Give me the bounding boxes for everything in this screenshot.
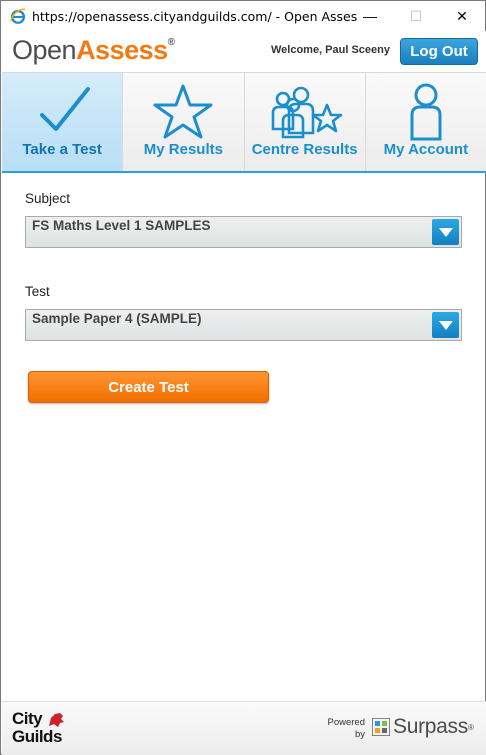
welcome-text: Welcome, Paul Sceeny: [270, 44, 390, 56]
checkmark-icon: [40, 87, 91, 131]
window-title: https://openassess.cityandguilds.com/ - …: [32, 8, 357, 24]
maximize-button[interactable]: ☐: [393, 1, 439, 31]
group-stars-icon: [271, 86, 342, 139]
title-bar: https://openassess.cityandguilds.com/ - …: [1, 1, 485, 31]
star-icon: [153, 84, 213, 139]
openassess-logo: OpenAssess®: [12, 35, 175, 66]
tab-label: Take a Test: [22, 141, 102, 158]
tab-my-results[interactable]: My Results: [123, 73, 245, 171]
create-test-button[interactable]: Create Test: [28, 371, 269, 403]
surpass-logo: Surpass ®: [372, 715, 474, 739]
tab-centre-results[interactable]: Centre Results: [244, 73, 366, 171]
chevron-down-icon[interactable]: [432, 219, 459, 245]
test-select[interactable]: Sample Paper 4 (SAMPLE): [25, 309, 462, 341]
powered-line1: Powered: [327, 717, 366, 728]
subject-label: Subject: [25, 191, 71, 206]
city-and-guilds-logo: City Guilds: [12, 710, 72, 750]
logo-registered-mark: ®: [167, 37, 175, 48]
tab-label: My Results: [143, 141, 223, 158]
logo-assess-text: Assess: [76, 35, 168, 65]
logout-button[interactable]: Log Out: [400, 38, 478, 65]
cg-logo-line1: City: [12, 709, 43, 728]
powered-by-text: Powered by: [321, 717, 366, 741]
tab-label: My Account: [383, 141, 469, 158]
main-nav: Take a Test My Results Centre Results My…: [2, 73, 486, 173]
person-icon: [410, 83, 442, 141]
footer: City Guilds Powered by Surpass ®: [2, 701, 486, 755]
create-test-form: Subject FS Maths Level 1 SAMPLES Test Sa…: [25, 191, 465, 403]
surpass-mark-icon: [372, 718, 390, 736]
surpass-text: Surpass: [393, 715, 468, 738]
app-header: OpenAssess® Welcome, Paul Sceeny Log Out: [2, 31, 486, 73]
powered-line2: by: [354, 729, 365, 740]
cg-logo-line2: Guilds: [12, 727, 62, 746]
close-button[interactable]: ✕: [439, 1, 485, 31]
tab-take-a-test[interactable]: Take a Test: [2, 73, 124, 171]
test-select-value: Sample Paper 4 (SAMPLE): [32, 311, 202, 326]
minimize-button[interactable]: —: [347, 1, 393, 31]
subject-select[interactable]: FS Maths Level 1 SAMPLES: [25, 216, 462, 248]
chevron-down-icon[interactable]: [432, 312, 459, 338]
subject-select-value: FS Maths Level 1 SAMPLES: [32, 218, 211, 233]
test-label: Test: [25, 284, 50, 299]
tab-label: Centre Results: [251, 141, 358, 158]
surpass-trademark: ®: [467, 722, 474, 732]
browser-window: https://openassess.cityandguilds.com/ - …: [0, 0, 486, 755]
logo-open-text: Open: [12, 35, 77, 65]
tab-my-account[interactable]: My Account: [365, 73, 486, 171]
internet-explorer-icon: [10, 8, 26, 24]
